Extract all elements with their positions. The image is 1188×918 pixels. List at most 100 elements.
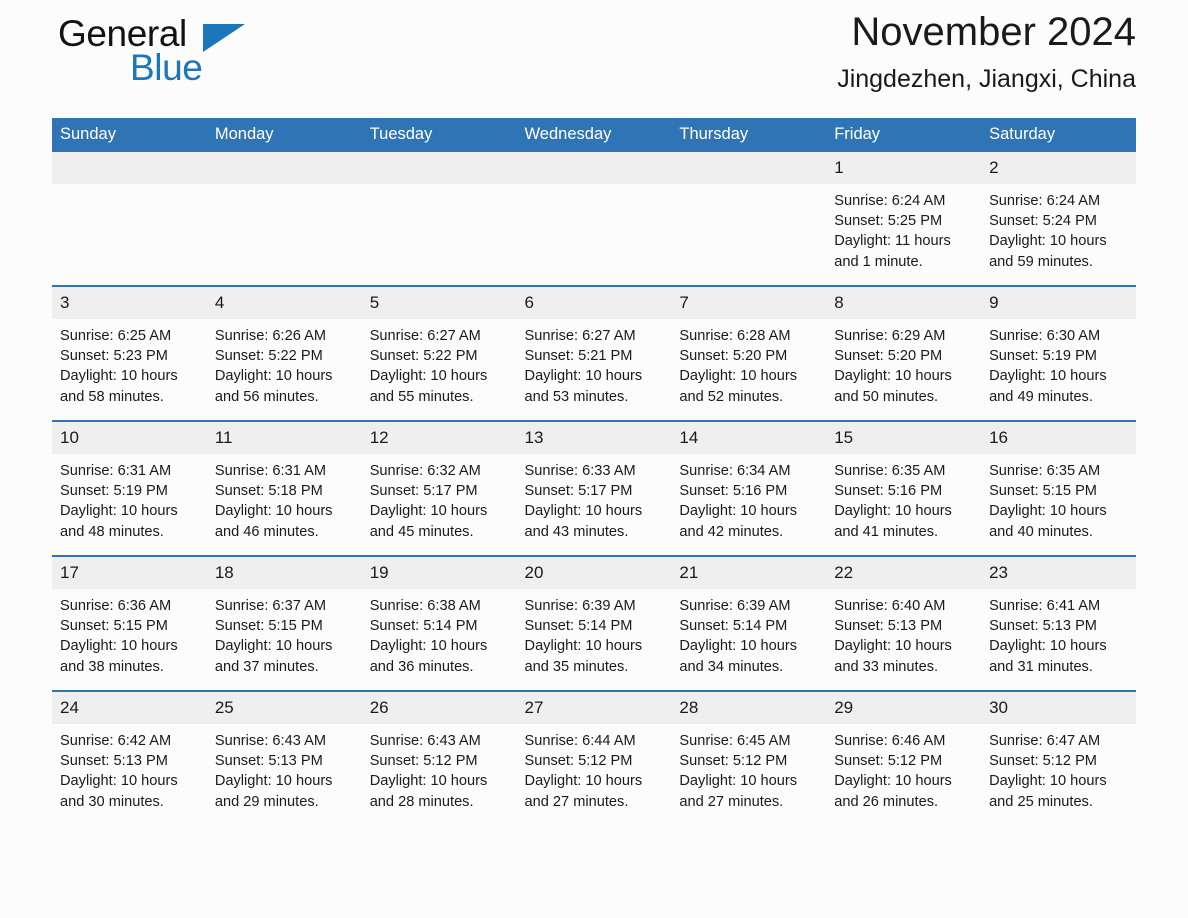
calendar-day-cell[interactable]: 27 Sunrise: 6:44 AM Sunset: 5:12 PM Dayligh… bbox=[516, 690, 672, 825]
calendar-day-cell[interactable]: 6 Sunrise: 6:27 AM Sunset: 5:21 PM Daylight… bbox=[516, 285, 672, 421]
calendar-day-cell[interactable]: 13 Sunrise: 6:33 AM Sunset: 5:17 PM Dayligh… bbox=[516, 420, 672, 556]
calendar-day-cell-empty bbox=[516, 152, 672, 286]
day-details: Sunrise: 6:41 AM Sunset: 5:13 PM Daylight:… bbox=[981, 589, 1136, 677]
general-blue-logo: General Blue bbox=[52, 12, 352, 98]
sunset-text: Sunset: 5:22 PM bbox=[369, 348, 478, 365]
calendar-day-cell[interactable]: 4 Sunrise: 6:26 AM Sunset: 5:22 PM Daylight… bbox=[206, 285, 362, 421]
calendar-day-cell[interactable]: 5 Sunrise: 6:27 AM Sunset: 5:22 PM Daylight… bbox=[361, 285, 517, 421]
calendar-week-row: 3 Sunrise: 6:25 AM Sunset: 5:23 PM Daylight… bbox=[52, 285, 1136, 421]
weekday-header-wednesday: Wednesday bbox=[516, 118, 672, 152]
day-number: 20 bbox=[516, 557, 672, 589]
sunrise-text: Sunrise: 6:43 AM bbox=[214, 733, 326, 749]
day-details: Sunrise: 6:39 AM Sunset: 5:14 PM Daylight:… bbox=[671, 589, 826, 677]
day-number: 23 bbox=[981, 557, 1136, 589]
day-number: 1 bbox=[826, 152, 982, 184]
sunset-text: Sunset: 5:15 PM bbox=[214, 618, 323, 635]
calendar-day-cell[interactable]: 26 Sunrise: 6:43 AM Sunset: 5:12 PM Dayligh… bbox=[361, 690, 517, 825]
daylight-text: Daylight: 10 hours and 33 minutes. bbox=[834, 638, 952, 675]
daylight-text: Daylight: 10 hours and 43 minutes. bbox=[524, 503, 643, 540]
calendar-day-cell[interactable]: 14 Sunrise: 6:34 AM Sunset: 5:16 PM Dayligh… bbox=[671, 420, 827, 556]
daylight-text: Daylight: 10 hours and 38 minutes. bbox=[60, 638, 178, 675]
day-number: 19 bbox=[361, 557, 517, 589]
day-details: Sunrise: 6:31 AM Sunset: 5:19 PM Daylight:… bbox=[52, 454, 207, 542]
day-details: Sunrise: 6:40 AM Sunset: 5:13 PM Daylight:… bbox=[826, 589, 981, 677]
day-number: 6 bbox=[516, 287, 672, 319]
calendar-day-cell[interactable]: 23 Sunrise: 6:41 AM Sunset: 5:13 PM Dayligh… bbox=[981, 555, 1136, 691]
calendar-day-cell[interactable]: 28 Sunrise: 6:45 AM Sunset: 5:12 PM Dayligh… bbox=[671, 690, 827, 825]
calendar-day-cell[interactable]: 7 Sunrise: 6:28 AM Sunset: 5:20 PM Daylight… bbox=[671, 285, 827, 421]
day-details: Sunrise: 6:44 AM Sunset: 5:12 PM Daylight:… bbox=[517, 724, 672, 812]
sunrise-text: Sunrise: 6:31 AM bbox=[214, 463, 326, 479]
sunrise-text: Sunrise: 6:47 AM bbox=[989, 733, 1101, 749]
sunset-text: Sunset: 5:15 PM bbox=[60, 618, 168, 635]
day-details: Sunrise: 6:38 AM Sunset: 5:14 PM Daylight:… bbox=[362, 589, 517, 677]
day-details: Sunrise: 6:34 AM Sunset: 5:16 PM Daylight:… bbox=[671, 454, 826, 542]
calendar-day-cell[interactable]: 17 Sunrise: 6:36 AM Sunset: 5:15 PM Dayligh… bbox=[52, 555, 207, 691]
calendar-day-cell[interactable]: 8 Sunrise: 6:29 AM Sunset: 5:20 PM Daylight… bbox=[826, 285, 982, 421]
daylight-text: Daylight: 10 hours and 56 minutes. bbox=[214, 368, 333, 405]
day-number: 7 bbox=[671, 287, 827, 319]
calendar-day-cell[interactable]: 2 Sunrise: 6:24 AM Sunset: 5:24 PM Daylight… bbox=[981, 152, 1136, 286]
day-details: Sunrise: 6:32 AM Sunset: 5:17 PM Daylight:… bbox=[362, 454, 517, 542]
logo-triangle-icon bbox=[203, 24, 245, 52]
sunset-text: Sunset: 5:16 PM bbox=[834, 483, 943, 500]
day-number: 25 bbox=[206, 692, 362, 724]
sunset-text: Sunset: 5:13 PM bbox=[214, 753, 323, 770]
day-number bbox=[516, 152, 672, 184]
calendar-day-cell[interactable]: 20 Sunrise: 6:39 AM Sunset: 5:14 PM Dayligh… bbox=[516, 555, 672, 691]
day-number: 5 bbox=[361, 287, 517, 319]
calendar-day-cell[interactable]: 25 Sunrise: 6:43 AM Sunset: 5:13 PM Dayligh… bbox=[206, 690, 362, 825]
sunrise-text: Sunrise: 6:39 AM bbox=[524, 598, 636, 614]
calendar-day-cell[interactable]: 9 Sunrise: 6:30 AM Sunset: 5:19 PM Daylight… bbox=[981, 285, 1136, 421]
calendar-day-cell[interactable]: 30 Sunrise: 6:47 AM Sunset: 5:12 PM Dayligh… bbox=[981, 690, 1136, 825]
sunset-text: Sunset: 5:23 PM bbox=[60, 348, 168, 365]
day-details: Sunrise: 6:35 AM Sunset: 5:16 PM Daylight:… bbox=[826, 454, 981, 542]
calendar-day-cell[interactable]: 12 Sunrise: 6:32 AM Sunset: 5:17 PM Dayligh… bbox=[361, 420, 517, 556]
weekday-header-monday: Monday bbox=[206, 118, 362, 152]
calendar-day-cell[interactable]: 29 Sunrise: 6:46 AM Sunset: 5:12 PM Dayligh… bbox=[826, 690, 982, 825]
daylight-text: Daylight: 10 hours and 26 minutes. bbox=[834, 773, 952, 810]
calendar-day-cell[interactable]: 24 Sunrise: 6:42 AM Sunset: 5:13 PM Dayligh… bbox=[52, 690, 207, 825]
calendar-day-cell[interactable]: 18 Sunrise: 6:37 AM Sunset: 5:15 PM Dayligh… bbox=[206, 555, 362, 691]
sunrise-text: Sunrise: 6:28 AM bbox=[679, 328, 791, 344]
sunrise-text: Sunrise: 6:33 AM bbox=[524, 463, 636, 479]
day-details: Sunrise: 6:35 AM Sunset: 5:15 PM Daylight:… bbox=[981, 454, 1136, 542]
daylight-text: Daylight: 10 hours and 49 minutes. bbox=[989, 368, 1107, 405]
weekday-header-row: Sunday Monday Tuesday Wednesday Thursday… bbox=[52, 118, 1136, 152]
daylight-text: Daylight: 10 hours and 45 minutes. bbox=[369, 503, 488, 540]
daylight-text: Daylight: 10 hours and 27 minutes. bbox=[524, 773, 643, 810]
sunrise-text: Sunrise: 6:35 AM bbox=[834, 463, 946, 479]
calendar-day-cell[interactable]: 16 Sunrise: 6:35 AM Sunset: 5:15 PM Dayligh… bbox=[981, 420, 1136, 556]
calendar-day-cell[interactable]: 21 Sunrise: 6:39 AM Sunset: 5:14 PM Dayligh… bbox=[671, 555, 827, 691]
calendar-week-row: 10 Sunrise: 6:31 AM Sunset: 5:19 PM Dayligh… bbox=[52, 420, 1136, 556]
sunset-text: Sunset: 5:12 PM bbox=[989, 753, 1097, 770]
calendar-day-cell[interactable]: 22 Sunrise: 6:40 AM Sunset: 5:13 PM Dayligh… bbox=[826, 555, 982, 691]
day-number: 4 bbox=[206, 287, 362, 319]
daylight-text: Daylight: 10 hours and 50 minutes. bbox=[834, 368, 952, 405]
calendar-day-cell[interactable]: 3 Sunrise: 6:25 AM Sunset: 5:23 PM Daylight… bbox=[52, 285, 207, 421]
calendar-page: General Blue November 2024 Jingdezhen, J… bbox=[0, 0, 1188, 918]
day-details: Sunrise: 6:36 AM Sunset: 5:15 PM Daylight:… bbox=[52, 589, 207, 677]
sunrise-text: Sunrise: 6:40 AM bbox=[834, 598, 946, 614]
calendar-day-cell[interactable]: 11 Sunrise: 6:31 AM Sunset: 5:18 PM Dayligh… bbox=[206, 420, 362, 556]
calendar-day-cell[interactable]: 19 Sunrise: 6:38 AM Sunset: 5:14 PM Dayligh… bbox=[361, 555, 517, 691]
calendar-day-cell[interactable]: 15 Sunrise: 6:35 AM Sunset: 5:16 PM Dayligh… bbox=[826, 420, 982, 556]
calendar-day-cell[interactable]: 10 Sunrise: 6:31 AM Sunset: 5:19 PM Dayligh… bbox=[52, 420, 207, 556]
sunset-text: Sunset: 5:17 PM bbox=[524, 483, 633, 500]
daylight-text: Daylight: 11 hours and 1 minute. bbox=[834, 233, 951, 270]
calendar-day-cell[interactable]: 1 Sunrise: 6:24 AM Sunset: 5:25 PM Daylight… bbox=[826, 152, 982, 286]
weekday-header-friday: Friday bbox=[826, 118, 982, 152]
daylight-text: Daylight: 10 hours and 46 minutes. bbox=[214, 503, 333, 540]
calendar-week-row: 1 Sunrise: 6:24 AM Sunset: 5:25 PM Daylight… bbox=[52, 152, 1136, 286]
day-details: Sunrise: 6:43 AM Sunset: 5:13 PM Daylight:… bbox=[207, 724, 362, 812]
day-number bbox=[671, 152, 827, 184]
day-number: 12 bbox=[361, 422, 517, 454]
sunset-text: Sunset: 5:20 PM bbox=[679, 348, 788, 365]
sunrise-text: Sunrise: 6:35 AM bbox=[989, 463, 1101, 479]
day-number: 2 bbox=[981, 152, 1136, 184]
sunset-text: Sunset: 5:24 PM bbox=[989, 213, 1097, 230]
daylight-text: Daylight: 10 hours and 35 minutes. bbox=[524, 638, 643, 675]
daylight-text: Daylight: 10 hours and 58 minutes. bbox=[60, 368, 178, 405]
weekday-header-thursday: Thursday bbox=[671, 118, 827, 152]
daylight-text: Daylight: 10 hours and 27 minutes. bbox=[679, 773, 798, 810]
